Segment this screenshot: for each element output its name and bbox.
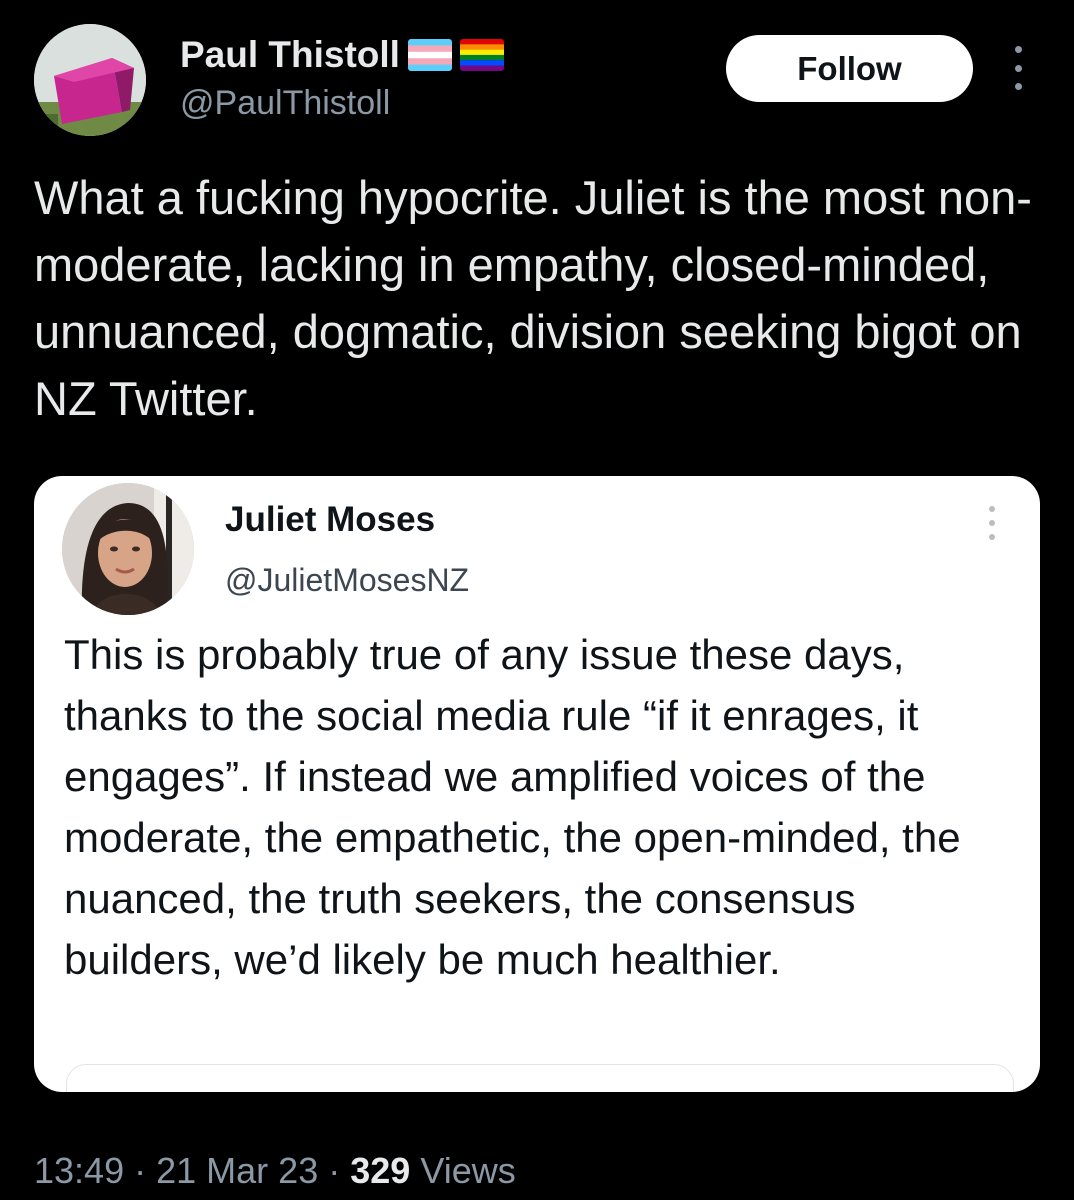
more-dot — [989, 520, 995, 526]
quoted-author-name[interactable]: Juliet Moses — [225, 500, 435, 540]
avatar-photo-icon — [62, 483, 194, 615]
follow-button[interactable]: Follow — [726, 35, 973, 102]
more-dot — [1014, 46, 1022, 53]
quoted-author-handle[interactable]: @JulietMosesNZ — [225, 562, 469, 599]
views-count: 329 — [350, 1150, 411, 1191]
author-handle[interactable]: @PaulThistoll — [180, 84, 390, 123]
tweet-time[interactable]: 13:49 — [34, 1150, 124, 1191]
avatar-photo-icon — [34, 24, 146, 136]
quoted-tweet-card[interactable]: Juliet Moses @JulietMosesNZ This is prob… — [34, 476, 1040, 1092]
views-label: Views — [420, 1150, 516, 1191]
more-dot — [989, 534, 995, 540]
tweet-text: What a fucking hypocrite. Juliet is the … — [34, 171, 1032, 425]
author-name[interactable]: Paul Thistoll — [180, 34, 400, 76]
meta-separator: · — [328, 1150, 341, 1191]
tweet-meta: 13:49 · 21 Mar 23 · 329 Views — [34, 1150, 516, 1192]
quoted-more-options-icon[interactable] — [984, 506, 1000, 540]
transgender-flag-icon — [407, 39, 452, 71]
tweet-date[interactable]: 21 Mar 23 — [156, 1150, 318, 1191]
rainbow-flag-icon — [459, 39, 504, 71]
more-options-icon[interactable] — [1008, 46, 1028, 90]
author-avatar[interactable] — [34, 24, 146, 136]
more-dot — [989, 506, 995, 512]
quoted-embed-edge — [66, 1064, 1014, 1092]
quoted-author-avatar[interactable] — [62, 483, 194, 615]
quoted-tweet-text: This is probably true of any issue these… — [64, 631, 961, 983]
more-dot — [1014, 83, 1022, 90]
author-name-row: Paul Thistoll — [180, 34, 504, 76]
meta-separator: · — [134, 1150, 147, 1191]
more-dot — [1014, 64, 1022, 72]
